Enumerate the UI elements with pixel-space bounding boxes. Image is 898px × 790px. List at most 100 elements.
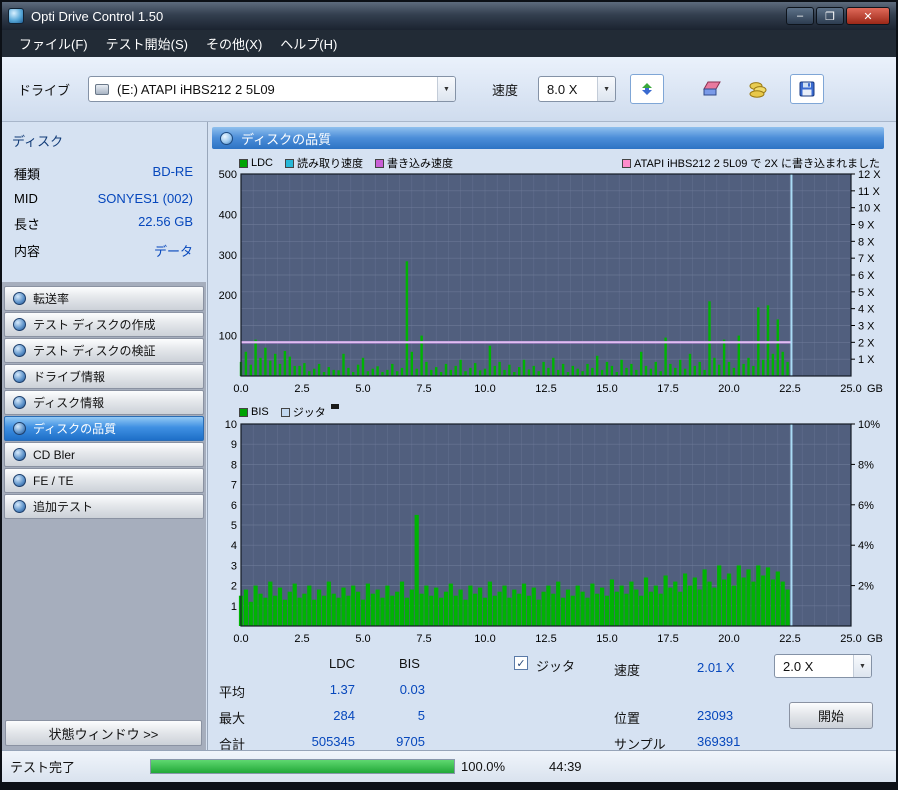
maximize-button[interactable]: ❐ xyxy=(816,7,844,25)
sidebar-item-label: 転送率 xyxy=(33,290,69,307)
disc-icon xyxy=(13,422,26,435)
disc-length-label: 長さ xyxy=(14,214,40,233)
sidebar-item-transfer-rate[interactable]: 転送率 xyxy=(4,286,204,311)
sidebar-item-label: CD Bler xyxy=(33,448,75,462)
sidebar-item-label: 追加テスト xyxy=(33,498,93,515)
svg-text:200: 200 xyxy=(219,290,237,302)
drive-select[interactable]: (E:) ATAPI iHBS212 2 5L09 ▼ xyxy=(88,76,456,102)
start-button[interactable]: 開始 xyxy=(789,702,873,729)
svg-text:3 X: 3 X xyxy=(858,321,875,333)
chevron-down-icon[interactable]: ▼ xyxy=(597,77,615,101)
disc-icon xyxy=(13,500,26,513)
chevron-down-icon[interactable]: ▼ xyxy=(437,77,455,101)
svg-text:15.0: 15.0 xyxy=(596,383,617,395)
menu-other[interactable]: その他(X) xyxy=(197,30,271,57)
disc-content-row: 内容 データ xyxy=(2,237,207,264)
hand-coins-icon xyxy=(748,79,770,99)
sidebar: ディスク 種類 BD-RE MID SONYES1 (002) 長さ 22.56… xyxy=(2,122,208,750)
sidebar-item-label: テスト ディスクの作成 xyxy=(33,316,156,333)
svg-text:20.0: 20.0 xyxy=(718,633,739,645)
svg-text:8 X: 8 X xyxy=(858,236,875,248)
status-text: テスト完了 xyxy=(2,757,150,776)
legend-ldc: LDC xyxy=(239,157,273,169)
total-ldc-value: 505345 xyxy=(297,734,355,749)
sidebar-item-disc-info[interactable]: ディスク情報 xyxy=(4,390,204,415)
disc-mid-label: MID xyxy=(14,191,38,206)
toolbar: ドライブ (E:) ATAPI iHBS212 2 5L09 ▼ 速度 8.0 … xyxy=(2,57,896,122)
jitter-checkbox[interactable]: ✓ xyxy=(514,656,528,670)
elapsed-time: 44:39 xyxy=(549,759,582,774)
svg-text:400: 400 xyxy=(219,209,237,221)
drive-select-value: (E:) ATAPI iHBS212 2 5L09 xyxy=(109,82,283,97)
svg-text:2.5: 2.5 xyxy=(294,633,309,645)
svg-text:10%: 10% xyxy=(858,420,880,431)
avg-ldc-value: 1.37 xyxy=(297,682,355,697)
avg-bis-value: 0.03 xyxy=(367,682,425,697)
svg-text:10.0: 10.0 xyxy=(474,383,495,395)
svg-text:11 X: 11 X xyxy=(858,186,880,198)
max-bis-value: 5 xyxy=(367,708,425,723)
sample-value: 369391 xyxy=(697,734,740,749)
sidebar-item-drive-info[interactable]: ドライブ情報 xyxy=(4,364,204,389)
sidebar-item-fe-te[interactable]: FE / TE xyxy=(4,468,204,493)
refresh-icon xyxy=(638,80,656,98)
window-title: Opti Drive Control 1.50 xyxy=(31,9,163,24)
sidebar-header: ディスク xyxy=(2,122,207,160)
write-speed-swatch xyxy=(375,159,384,168)
erase-disc-button[interactable] xyxy=(696,74,730,104)
sidebar-item-disc-quality[interactable]: ディスクの品質 xyxy=(4,416,204,441)
disc-type-label: 種類 xyxy=(14,164,40,183)
disc-mid-value: SONYES1 (002) xyxy=(98,191,193,206)
disc-icon xyxy=(13,474,26,487)
legend-bis: BIS xyxy=(239,406,269,418)
disc-type-row: 種類 BD-RE xyxy=(2,160,207,187)
sidebar-button-stack: 転送率 テスト ディスクの作成 テスト ディスクの検証 ドライブ情報 ディスク情… xyxy=(2,282,206,750)
svg-text:5: 5 xyxy=(231,520,237,532)
menu-file[interactable]: ファイル(F) xyxy=(10,30,97,57)
sidebar-item-label: ディスク情報 xyxy=(33,394,104,411)
svg-text:22.5: 22.5 xyxy=(779,633,800,645)
svg-text:10.0: 10.0 xyxy=(474,633,495,645)
svg-text:8%: 8% xyxy=(858,459,874,471)
menu-bar: ファイル(F) テスト開始(S) その他(X) ヘルプ(H) xyxy=(2,30,896,57)
refresh-button[interactable] xyxy=(630,74,664,104)
speed-select[interactable]: 8.0 X ▼ xyxy=(538,76,616,102)
sidebar-item-extra-tests[interactable]: 追加テスト xyxy=(4,494,204,519)
title-bar: Opti Drive Control 1.50 – ❐ ✕ xyxy=(2,2,896,30)
eraser-icon xyxy=(702,79,724,99)
minimize-button[interactable]: – xyxy=(786,7,814,25)
save-icon xyxy=(798,80,816,98)
svg-text:17.5: 17.5 xyxy=(657,383,678,395)
svg-text:2 X: 2 X xyxy=(858,337,875,349)
status-window-button[interactable]: 状態ウィンドウ >> xyxy=(5,720,202,746)
options-button[interactable] xyxy=(742,74,776,104)
max-label: 最大 xyxy=(219,708,245,727)
menu-start-test[interactable]: テスト開始(S) xyxy=(97,30,197,57)
svg-text:12 X: 12 X xyxy=(858,170,881,181)
svg-text:1 X: 1 X xyxy=(858,354,875,366)
close-button[interactable]: ✕ xyxy=(846,7,890,25)
col-header-bis: BIS xyxy=(399,656,420,671)
menu-help[interactable]: ヘルプ(H) xyxy=(271,30,346,57)
sidebar-item-verify-test-disc[interactable]: テスト ディスクの検証 xyxy=(4,338,204,363)
svg-text:1: 1 xyxy=(231,601,237,613)
svg-text:300: 300 xyxy=(219,250,237,262)
jitter-color-marker xyxy=(331,404,339,409)
sidebar-item-cd-bler[interactable]: CD Bler xyxy=(4,442,204,467)
test-speed-select[interactable]: 2.0 X ▼ xyxy=(774,654,872,678)
svg-text:20.0: 20.0 xyxy=(718,383,739,395)
position-label: 位置 xyxy=(614,708,640,727)
current-speed-label: 速度 xyxy=(614,660,640,679)
legend-written-info: ATAPI iHBS212 2 5L09 で 2X に書き込まれました xyxy=(622,155,880,171)
chevron-down-icon[interactable]: ▼ xyxy=(853,655,871,677)
sidebar-item-create-test-disc[interactable]: テスト ディスクの作成 xyxy=(4,312,204,337)
svg-text:7 X: 7 X xyxy=(858,253,875,265)
svg-text:10: 10 xyxy=(225,420,237,431)
save-button[interactable] xyxy=(790,74,824,104)
disc-mid-row: MID SONYES1 (002) xyxy=(2,187,207,210)
svg-text:22.5: 22.5 xyxy=(779,383,800,395)
total-bis-value: 9705 xyxy=(367,734,425,749)
speed-label: 速度 xyxy=(492,80,518,99)
svg-text:4 X: 4 X xyxy=(858,304,875,316)
svg-text:5.0: 5.0 xyxy=(355,633,370,645)
